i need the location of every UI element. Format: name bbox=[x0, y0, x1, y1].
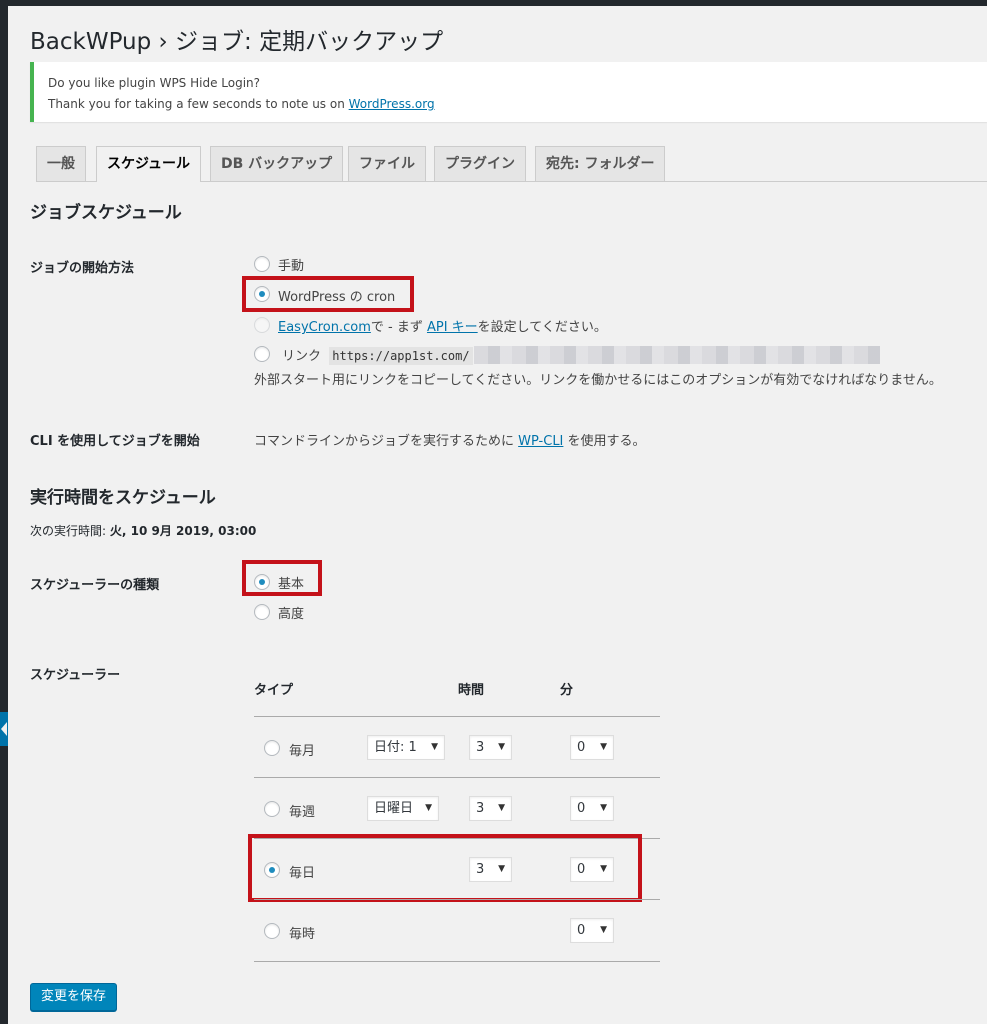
monthly-day-select[interactable]: 日付: 1 ▼ bbox=[367, 735, 445, 760]
chevron-down-icon: ▼ bbox=[498, 803, 505, 813]
start-link-row: リンク https://app1st.com/ bbox=[282, 345, 473, 365]
scheduler-label: スケジューラー bbox=[30, 668, 121, 683]
start-link-label: リンク bbox=[282, 349, 322, 364]
table-divider bbox=[254, 961, 660, 962]
easycron-link[interactable]: EasyCron.com bbox=[278, 320, 371, 335]
link-help-text: 外部スタート用にリンクをコピーしてください。リンクを働かせるにはこのオプションが… bbox=[254, 373, 942, 388]
next-run-prefix: 次の実行時間: bbox=[30, 524, 110, 538]
start-easycron-radio bbox=[254, 317, 270, 333]
start-link-radio[interactable] bbox=[254, 346, 270, 362]
table-divider bbox=[254, 716, 660, 717]
scheduler-advanced-radio[interactable] bbox=[254, 604, 270, 620]
weekly-hour-select[interactable]: 3 ▼ bbox=[469, 796, 512, 821]
row-monthly-label: 毎月 bbox=[289, 744, 316, 759]
page-title: BackWPup › ジョブ: 定期バックアップ bbox=[30, 29, 444, 55]
notice-text: Thank you for taking a few seconds to no… bbox=[48, 97, 349, 111]
start-method-label: ジョブの開始方法 bbox=[30, 261, 135, 276]
blurred-url-region bbox=[474, 346, 880, 364]
chevron-down-icon: ▼ bbox=[498, 742, 505, 752]
admin-notice: Do you like plugin WPS Hide Login? Thank… bbox=[30, 62, 987, 122]
chevron-down-icon: ▼ bbox=[431, 742, 438, 752]
sidebar-collapse-arrow-icon[interactable] bbox=[0, 712, 8, 746]
table-divider bbox=[254, 899, 660, 900]
start-easycron-text: EasyCron.comで - まず API キーを設定してください。 bbox=[278, 316, 607, 335]
admin-top-bar bbox=[0, 0, 987, 6]
chevron-down-icon: ▼ bbox=[425, 803, 432, 813]
admin-sidebar-strip bbox=[0, 0, 8, 1024]
wordpress-org-link[interactable]: WordPress.org bbox=[349, 97, 435, 111]
next-run-value: 火, 10 9月 2019, 03:00 bbox=[109, 524, 257, 538]
tab-schedule[interactable]: スケジュール bbox=[96, 146, 202, 182]
scheduler-advanced-label: 高度 bbox=[278, 607, 305, 622]
wp-cli-link[interactable]: WP-CLI bbox=[518, 434, 563, 449]
next-run-time: 次の実行時間: 火, 10 9月 2019, 03:00 bbox=[30, 522, 256, 539]
job-schedule-heading: ジョブスケジュール bbox=[30, 203, 182, 223]
row-monthly-radio[interactable] bbox=[264, 740, 280, 756]
chevron-down-icon: ▼ bbox=[600, 925, 607, 935]
chevron-down-icon: ▼ bbox=[600, 742, 607, 752]
col-header-hour: 時間 bbox=[458, 683, 485, 698]
scheduler-type-label: スケジューラーの種類 bbox=[30, 578, 160, 593]
monthly-day-value: 日付: 1 bbox=[374, 740, 417, 755]
monthly-minute-select[interactable]: 0 ▼ bbox=[570, 735, 614, 760]
tab-destination-folder[interactable]: 宛先: フォルダー bbox=[535, 146, 666, 181]
table-divider bbox=[254, 777, 660, 778]
weekly-minute-select[interactable]: 0 ▼ bbox=[570, 796, 614, 821]
easycron-mid-text: で - まず bbox=[370, 320, 427, 335]
tab-files[interactable]: ファイル bbox=[348, 146, 426, 181]
start-manual-radio[interactable] bbox=[254, 256, 270, 272]
start-manual-label: 手動 bbox=[278, 259, 305, 274]
api-key-link[interactable]: API キー bbox=[427, 320, 478, 335]
monthly-hour-value: 3 bbox=[476, 740, 485, 755]
highlight-box-basic bbox=[242, 560, 322, 596]
weekly-day-select[interactable]: 日曜日 ▼ bbox=[367, 796, 439, 821]
easycron-suffix-text: を設定してください。 bbox=[477, 320, 607, 335]
monthly-hour-select[interactable]: 3 ▼ bbox=[469, 735, 512, 760]
save-changes-button[interactable]: 変更を保存 bbox=[30, 983, 118, 1011]
cli-prefix-text: コマンドラインからジョブを実行するために bbox=[254, 434, 519, 449]
weekly-minute-value: 0 bbox=[577, 801, 586, 816]
tab-plugins[interactable]: プラグイン bbox=[434, 146, 526, 181]
monthly-minute-value: 0 bbox=[577, 740, 586, 755]
row-weekly-radio[interactable] bbox=[264, 801, 280, 817]
notice-line-1: Do you like plugin WPS Hide Login? bbox=[48, 76, 261, 90]
tab-db-backup[interactable]: DB バックアップ bbox=[210, 146, 344, 181]
run-schedule-heading: 実行時間をスケジュール bbox=[30, 488, 216, 508]
hourly-minute-select[interactable]: 0 ▼ bbox=[570, 918, 614, 943]
notice-line-2: Thank you for taking a few seconds to no… bbox=[48, 94, 973, 115]
highlight-box-daily bbox=[248, 834, 642, 902]
col-header-type: タイプ bbox=[254, 683, 294, 698]
weekly-hour-value: 3 bbox=[476, 801, 485, 816]
row-weekly-label: 毎週 bbox=[289, 805, 316, 820]
tab-general[interactable]: 一般 bbox=[36, 146, 86, 181]
highlight-box-wpcron bbox=[242, 276, 414, 312]
cli-suffix-text: を使用する。 bbox=[563, 434, 646, 449]
cli-label: CLI を使用してジョブを開始 bbox=[30, 434, 200, 449]
cli-description: コマンドラインからジョブを実行するために WP-CLI を使用する。 bbox=[254, 430, 646, 449]
col-header-minute: 分 bbox=[560, 683, 574, 698]
chevron-down-icon: ▼ bbox=[600, 803, 607, 813]
tab-bar: 一般 スケジュール DB バックアップ ファイル プラグイン 宛先: フォルダー bbox=[36, 146, 987, 182]
row-hourly-radio[interactable] bbox=[264, 923, 280, 939]
row-hourly-label: 毎時 bbox=[289, 927, 316, 942]
weekly-day-value: 日曜日 bbox=[374, 801, 414, 816]
job-start-url[interactable]: https://app1st.com/ bbox=[329, 347, 473, 365]
hourly-minute-value: 0 bbox=[577, 923, 586, 938]
